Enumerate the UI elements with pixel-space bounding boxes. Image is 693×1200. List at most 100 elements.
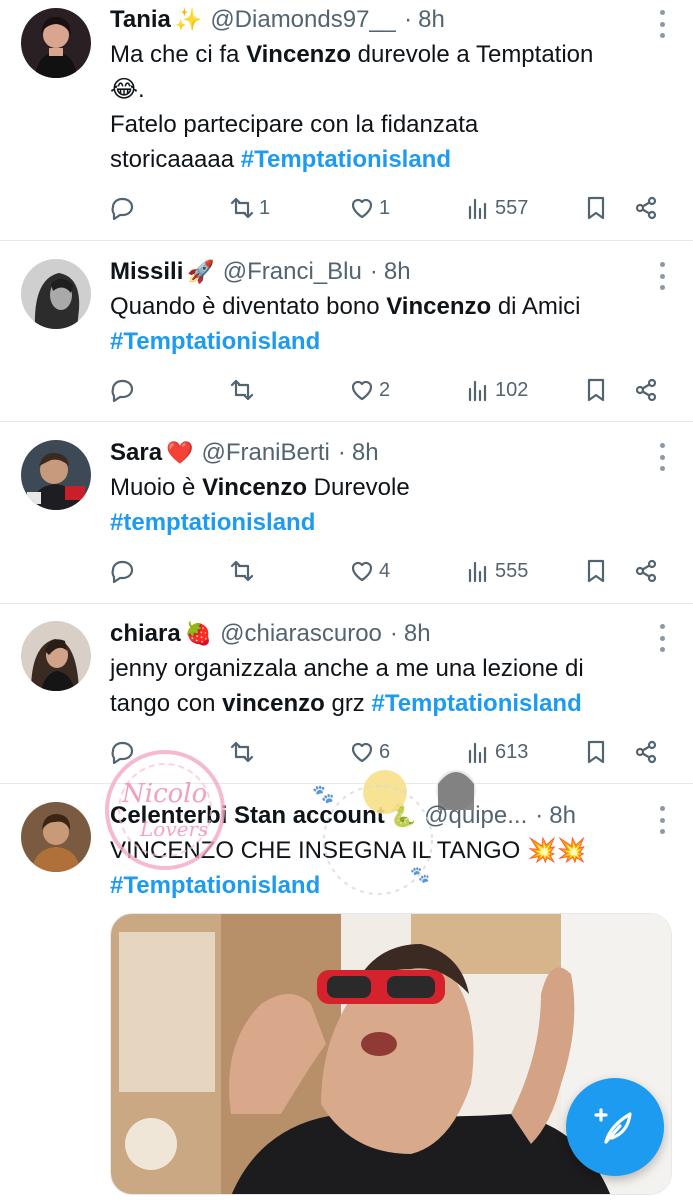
timestamp[interactable]: 8h	[418, 6, 445, 34]
bookmark-icon	[587, 196, 605, 220]
display-name[interactable]: Celenterbi Stan account	[110, 802, 385, 830]
repost-icon	[230, 379, 254, 401]
display-name[interactable]: Sara	[110, 439, 162, 467]
more-icon[interactable]	[657, 806, 667, 834]
share-icon	[635, 196, 657, 220]
views-icon	[468, 380, 487, 402]
user-handle[interactable]: @Franci_Blu	[223, 258, 362, 286]
repost-button[interactable]	[228, 734, 259, 770]
user-handle[interactable]: @Diamonds97__	[210, 6, 396, 34]
tweet[interactable]: Sara ❤️ @FraniBerti · 8h Muoio è Vincenz…	[0, 422, 693, 604]
more-icon[interactable]	[657, 10, 667, 38]
separator: ·	[337, 439, 346, 466]
tweet-text: VINCENZO CHE INSEGNA IL TANGO 💥💥 #Tempta…	[110, 837, 587, 899]
reply-icon	[111, 560, 134, 584]
avatar[interactable]	[21, 440, 91, 510]
avatar[interactable]	[21, 259, 91, 329]
bookmark-icon	[587, 378, 605, 402]
views-icon	[468, 742, 487, 764]
timestamp[interactable]: 8h	[352, 439, 379, 467]
avatar[interactable]	[21, 621, 91, 691]
reply-button[interactable]	[108, 190, 139, 226]
hashtag-link[interactable]: #Temptationisland	[110, 872, 320, 899]
tweet-header: chiara 🍓 @chiarascuroo · 8h	[110, 617, 633, 651]
bookmark-button[interactable]	[582, 190, 610, 226]
compose-button[interactable]	[566, 1078, 664, 1176]
views-button[interactable]: 557	[464, 190, 528, 226]
tweet[interactable]: chiara 🍓 @chiarascuroo · 8h jenny organi…	[0, 604, 693, 784]
name-emoji: ✨	[174, 7, 203, 32]
repost-button[interactable]: 1	[228, 190, 270, 226]
user-handle[interactable]: @FraniBerti	[201, 439, 329, 467]
tweet-header: Celenterbi Stan account 🐍 @quipe... · 8h	[110, 799, 633, 833]
avatar[interactable]	[21, 8, 91, 78]
mention-bold: Vincenzo	[386, 293, 492, 320]
repost-icon	[230, 560, 254, 582]
mention-bold: Vincenzo	[202, 474, 307, 501]
timestamp[interactable]: 8h	[384, 258, 411, 286]
repost-button[interactable]	[228, 553, 259, 589]
share-button[interactable]	[632, 190, 660, 226]
bookmark-button[interactable]	[582, 553, 610, 589]
tweet-text: Quando è diventato bono Vincenzo di Amic…	[110, 293, 581, 355]
user-handle[interactable]: @chiarascuroo	[220, 620, 382, 648]
display-name[interactable]: Tania	[110, 6, 171, 34]
reply-button[interactable]	[108, 372, 139, 408]
like-button[interactable]: 6	[348, 734, 390, 770]
hashtag-link[interactable]: #Temptationisland	[110, 328, 320, 355]
share-button[interactable]	[632, 553, 660, 589]
repost-icon	[230, 741, 254, 763]
views-button[interactable]: 102	[464, 372, 528, 408]
name-emoji: 🍓	[184, 621, 213, 646]
mention-bold: vincenzo	[222, 690, 325, 717]
tweet[interactable]: Missili 🚀 @Franci_Blu · 8h Quando è dive…	[0, 241, 693, 422]
user-handle[interactable]: @quipe...	[424, 802, 527, 830]
tweet-text: jenny organizzala anche a me una lezione…	[110, 655, 584, 717]
like-icon	[351, 742, 373, 763]
bookmark-button[interactable]	[582, 734, 610, 770]
more-icon[interactable]	[657, 624, 667, 652]
reply-button[interactable]	[108, 734, 139, 770]
display-name[interactable]: chiara	[110, 620, 181, 648]
hashtag-link[interactable]: #Temptationisland	[241, 146, 451, 173]
reply-button[interactable]	[108, 553, 139, 589]
more-icon[interactable]	[657, 443, 667, 471]
name-emoji: 🐍	[388, 803, 417, 828]
reply-icon	[111, 741, 134, 765]
like-button[interactable]: 1	[348, 190, 390, 226]
repost-icon	[230, 197, 254, 219]
like-icon	[351, 380, 373, 401]
name-emoji: 🚀	[187, 259, 215, 284]
separator: ·	[404, 6, 413, 33]
timestamp[interactable]: 8h	[404, 620, 431, 648]
reply-icon	[111, 197, 134, 221]
tweet-text: Ma che ci fa Vincenzo durevole a Temptat…	[110, 41, 594, 173]
bookmark-icon	[587, 740, 605, 764]
avatar[interactable]	[21, 802, 91, 872]
repost-button[interactable]	[228, 372, 259, 408]
action-bar: 1 1 557	[108, 190, 663, 226]
bookmark-button[interactable]	[582, 372, 610, 408]
share-icon	[635, 559, 657, 583]
separator: ·	[389, 620, 398, 647]
more-icon[interactable]	[657, 262, 667, 290]
share-button[interactable]	[632, 734, 660, 770]
share-icon	[635, 740, 657, 764]
hashtag-link[interactable]: #Temptationisland	[371, 690, 581, 717]
tweet-text: Muoio è Vincenzo Durevole #temptationisl…	[110, 474, 410, 536]
action-bar: 6 613	[108, 734, 663, 770]
timestamp[interactable]: 8h	[549, 802, 576, 830]
views-button[interactable]: 555	[464, 553, 528, 589]
display-name[interactable]: Missili	[110, 258, 183, 286]
views-icon	[468, 198, 487, 220]
separator: ·	[535, 802, 544, 829]
mention-bold: Vincenzo	[246, 41, 351, 68]
tweet[interactable]: Tania ✨ @Diamonds97__ · 8h Ma che ci fa …	[0, 0, 693, 241]
views-button[interactable]: 613	[464, 734, 528, 770]
hashtag-link[interactable]: #temptationisland	[110, 509, 315, 536]
like-button[interactable]: 4	[348, 553, 390, 589]
tweet-header: Tania ✨ @Diamonds97__ · 8h	[110, 3, 633, 37]
share-button[interactable]	[632, 372, 660, 408]
separator: ·	[369, 258, 378, 285]
like-button[interactable]: 2	[348, 372, 390, 408]
